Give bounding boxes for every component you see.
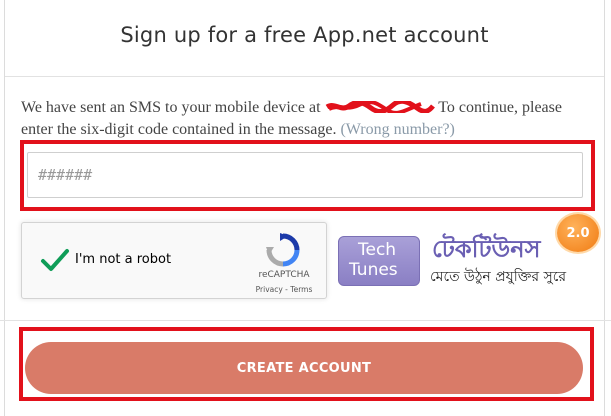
page-title: Sign up for a free App.net account	[120, 23, 489, 47]
sms-message: We have sent an SMS to your mobile devic…	[21, 97, 581, 141]
techtunes-logo: Tech Tunes	[338, 236, 420, 286]
logo-line2: Tunes	[349, 260, 398, 280]
redacted-phone-number	[325, 101, 435, 114]
logo-line1: Tech	[358, 240, 397, 260]
message-text: We have sent an SMS to your mobile devic…	[21, 99, 321, 116]
checkmark-icon[interactable]	[40, 247, 70, 273]
recaptcha-brand: reCAPTCHA	[258, 270, 310, 280]
wrong-number-link[interactable]: (Wrong number?)	[340, 121, 454, 138]
recaptcha-logo-icon	[266, 233, 300, 267]
verification-code-input[interactable]	[27, 152, 583, 198]
section-divider	[0, 320, 611, 321]
watermark-subtitle: মেতে উঠুন প্রযুক্তির সুরে	[430, 269, 567, 285]
create-account-button[interactable]: CREATE ACCOUNT	[25, 342, 583, 394]
recaptcha-privacy-terms[interactable]: Privacy - Terms	[250, 285, 318, 294]
header: Sign up for a free App.net account	[5, 0, 604, 77]
version-badge: 2.0	[557, 214, 599, 252]
recaptcha-label: I'm not a robot	[75, 252, 172, 267]
recaptcha-widget[interactable]: I'm not a robot reCAPTCHA Privacy - Term…	[21, 222, 327, 299]
